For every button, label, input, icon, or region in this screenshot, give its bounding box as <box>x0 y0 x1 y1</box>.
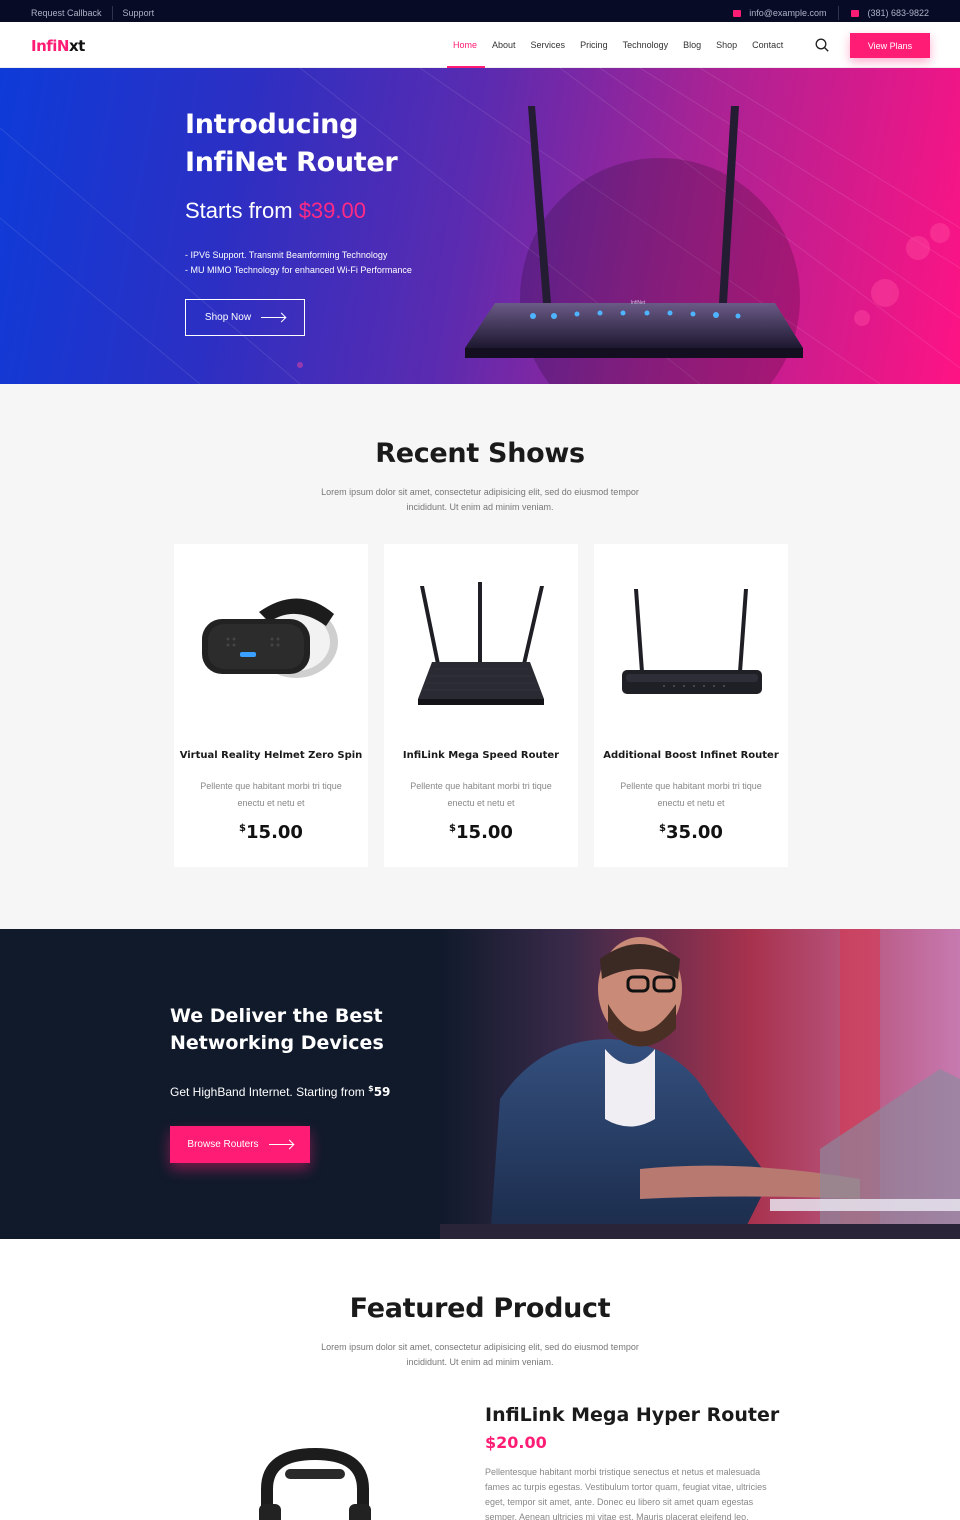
recent-shows-section: Recent Shows Lorem ipsum dolor sit amet,… <box>0 384 960 929</box>
router-three-antenna-image <box>418 582 544 705</box>
currency-symbol: $ <box>659 823 667 834</box>
product-name[interactable]: Virtual Reality Helmet Zero Spin <box>174 750 368 761</box>
offer-text: Get HighBand Internet. Starting from <box>170 1085 369 1099</box>
man-at-laptop-photo <box>440 929 960 1239</box>
nav-home[interactable]: Home <box>453 40 477 50</box>
product-card[interactable]: Virtual Reality Helmet Zero Spin Pellent… <box>174 544 368 867</box>
arrow-right-icon <box>261 317 286 318</box>
arrow-right-icon <box>268 1144 293 1145</box>
price-amount: 59 <box>373 1085 391 1099</box>
product-card[interactable]: InfiLink Mega Speed Router Pellente que … <box>384 544 578 867</box>
product-description: Pellente que habitant morbi tri tique en… <box>410 781 552 808</box>
nav-about[interactable]: About <box>492 40 516 50</box>
hero-feature-item: - IPV6 Support. Transmit Beamforming Tec… <box>185 250 388 260</box>
deliver-offer-text: Get HighBand Internet. Starting from $59 <box>170 1084 390 1099</box>
product-price: $15.00 <box>384 822 578 843</box>
hero-router-image: InfiNet <box>465 106 803 358</box>
search-icon[interactable] <box>815 38 829 52</box>
product-description: Pellente que habitant morbi tri tique en… <box>200 781 342 808</box>
logo-text-dark: xt <box>68 37 85 55</box>
top-bar: Request Callback Support info@example.co… <box>0 0 960 22</box>
section-subtitle: Lorem ipsum dolor sit amet, consectetur … <box>321 487 639 512</box>
product-name[interactable]: Additional Boost Infinet Router <box>594 750 788 761</box>
nav-blog[interactable]: Blog <box>683 40 701 50</box>
router-two-antenna-image <box>622 589 762 694</box>
hero-feature-list: - IPV6 Support. Transmit Beamforming Tec… <box>185 248 412 278</box>
hero-price-value: $39.00 <box>298 198 366 223</box>
divider <box>111 6 113 20</box>
offer-price: $59 <box>368 1084 391 1099</box>
product-name[interactable]: InfiLink Mega Speed Router <box>384 750 578 761</box>
section-subtitle: Lorem ipsum dolor sit amet, consectetur … <box>321 1342 639 1367</box>
support-link[interactable]: Support <box>123 8 155 18</box>
nav-services[interactable]: Services <box>531 40 566 50</box>
main-nav: Home About Services Pricing Technology B… <box>447 40 798 68</box>
hero-title: Introducing InfiNet Router <box>185 109 398 178</box>
product-card[interactable]: Additional Boost Infinet Router Pellente… <box>594 544 788 867</box>
shop-now-label: Shop Now <box>204 312 252 323</box>
site-logo[interactable]: InfiNxt <box>31 37 85 55</box>
divider <box>838 6 840 20</box>
currency-symbol: $ <box>239 823 247 834</box>
mail-icon <box>733 9 742 17</box>
section-title: Featured Product <box>349 1293 611 1324</box>
vr-headset-image <box>202 598 338 678</box>
logo-text-accent: InfiN <box>31 37 69 55</box>
view-plans-button[interactable]: View Plans <box>850 33 930 58</box>
hero-banner: Introducing InfiNet Router Starts from $… <box>0 68 960 384</box>
browse-routers-label: Browse Routers <box>187 1139 259 1150</box>
hero-price-prefix: Starts from <box>185 198 299 223</box>
product-price: $35.00 <box>594 822 788 843</box>
section-title: Recent Shows <box>375 438 585 469</box>
hero-feature-item: - MU MIMO Technology for enhanced Wi-Fi … <box>185 265 412 275</box>
price-amount: 15.00 <box>456 822 513 843</box>
shop-now-button[interactable]: Shop Now <box>185 299 305 336</box>
main-header: InfiNxt Home About Services Pricing Tech… <box>0 22 960 68</box>
featured-product-section: Featured Product Lorem ipsum dolor sit a… <box>0 1239 960 1520</box>
phone-icon <box>851 9 860 17</box>
nav-contact[interactable]: Contact <box>752 40 783 50</box>
deliver-title: We Deliver the Best Networking Devices <box>170 1005 384 1054</box>
currency-symbol: $ <box>449 823 457 834</box>
nav-technology[interactable]: Technology <box>623 40 669 50</box>
headphones-image <box>259 1447 371 1520</box>
price-amount: 35.00 <box>666 822 723 843</box>
nav-shop[interactable]: Shop <box>716 40 737 50</box>
featured-product-price: $20.00 <box>485 1433 547 1452</box>
featured-product-description: Pellentesque habitant morbi tristique se… <box>485 1467 767 1520</box>
phone-link[interactable]: (381) 683-9822 <box>867 8 929 18</box>
price-amount: 15.00 <box>246 822 303 843</box>
product-description: Pellente que habitant morbi tri tique en… <box>620 781 762 808</box>
email-link[interactable]: info@example.com <box>749 8 826 18</box>
hero-price-line: Starts from $39.00 <box>185 198 366 224</box>
nav-pricing[interactable]: Pricing <box>580 40 608 50</box>
router-brand-label: InfiNet <box>631 300 646 306</box>
featured-product-name[interactable]: InfiLink Mega Hyper Router <box>485 1404 779 1426</box>
browse-routers-button[interactable]: Browse Routers <box>170 1126 310 1163</box>
request-callback-link[interactable]: Request Callback <box>31 8 102 18</box>
product-price: $15.00 <box>174 822 368 843</box>
deliver-section: We Deliver the Best Networking Devices G… <box>0 929 960 1239</box>
